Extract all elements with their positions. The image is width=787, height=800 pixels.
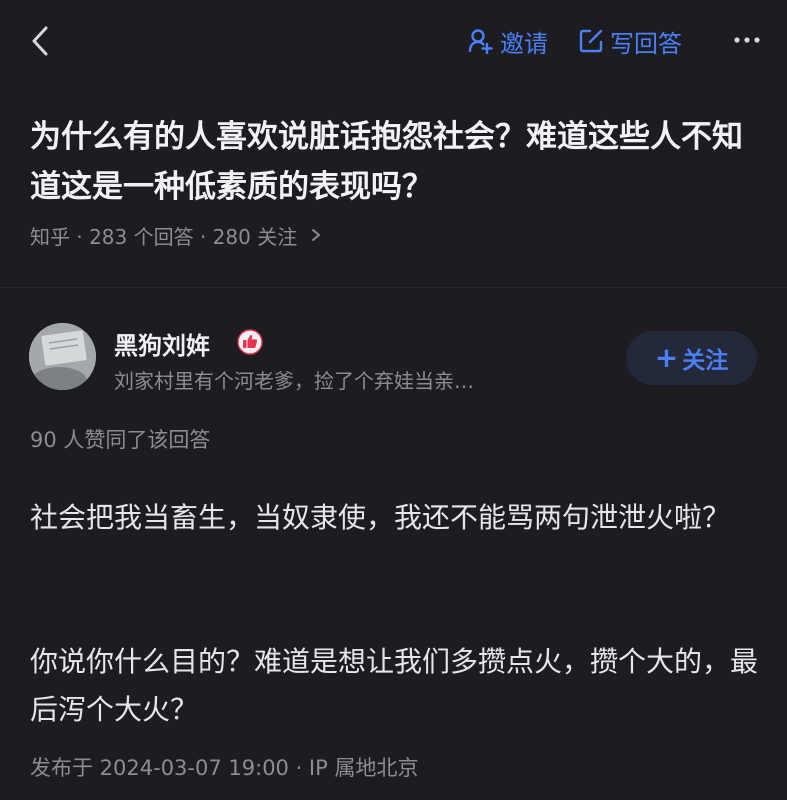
question-meta[interactable]: 知乎 · 283 个回答 · 280 关注	[30, 218, 323, 252]
author-name[interactable]: 黑狗刘姩	[114, 326, 210, 360]
avatar-image	[29, 323, 96, 390]
author-bio: 刘家村里有个河老爹，捡了个弃娃当亲…	[114, 369, 474, 393]
plus-icon: +	[654, 341, 679, 374]
more-button[interactable]	[729, 28, 765, 52]
question-title[interactable]: 为什么有的人喜欢说脏话抱怨社会？难道这些人不知道这是一种低素质的表现吗？	[30, 112, 760, 212]
question-meta-text: 知乎 · 283 个回答 · 280 关注	[30, 224, 298, 249]
section-divider	[0, 287, 787, 288]
chevron-left-icon	[32, 26, 48, 56]
more-dots-icon	[734, 37, 760, 43]
author-avatar[interactable]	[29, 323, 96, 390]
top-bar: 邀请 写回答	[0, 0, 787, 84]
answer-paragraph: 社会把我当畜生，当奴隶使，我还不能骂两句泄泄火啦？	[30, 501, 731, 534]
publish-info: 发布于 2024-03-07 19:00 · IP 属地北京	[30, 756, 419, 780]
write-answer-label: 写回答	[610, 29, 682, 58]
follow-button[interactable]: + 关注	[626, 331, 757, 385]
thumbs-up-badge-icon	[237, 329, 263, 355]
edit-icon	[579, 29, 603, 53]
write-answer-button[interactable]: 写回答	[578, 22, 682, 60]
invite-button[interactable]: 邀请	[468, 22, 548, 60]
back-button[interactable]	[26, 22, 56, 60]
follow-label: 关注	[682, 348, 729, 374]
person-add-icon	[468, 29, 493, 54]
chevron-right-icon	[312, 229, 321, 241]
answer-paragraph: 你说你什么目的？难道是想让我们多攒点火，攒个大的，最后泻个大火？	[30, 645, 759, 726]
invite-label: 邀请	[500, 29, 548, 58]
vote-count: 90 人赞同了该回答	[30, 428, 211, 452]
